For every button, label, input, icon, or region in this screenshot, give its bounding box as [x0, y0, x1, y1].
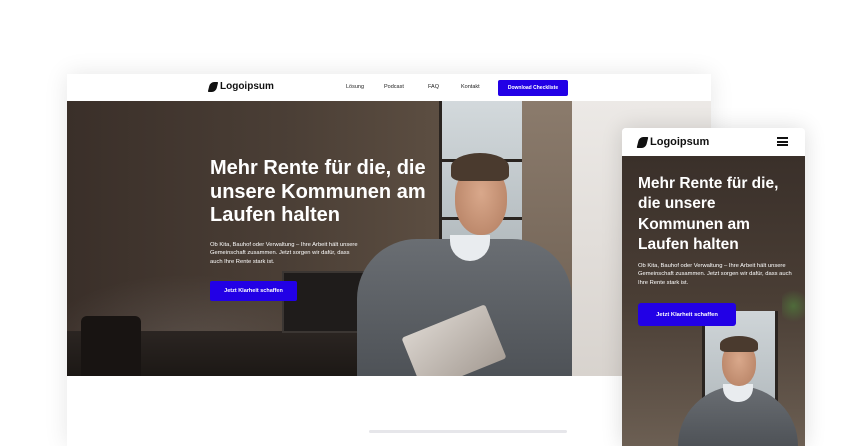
mobile-hero-subtitle: Ob Kita, Bauhof oder Verwaltung – Ihre A… [638, 263, 792, 286]
logo-mark-icon [636, 136, 649, 148]
nav-link-loesung[interactable]: Lösung [346, 84, 364, 90]
mobile-mockup: Logoipsum Mehr Rente für die, die unsere… [622, 128, 805, 446]
logo-mark-icon [207, 81, 219, 92]
hero-person-image [678, 336, 798, 446]
mobile-hero-title: Mehr Rente für die, die unsere Kommunen … [638, 175, 779, 253]
hero-bg-chair [81, 316, 141, 376]
content-placeholder-bar [369, 430, 567, 433]
nav-link-kontakt[interactable]: Kontakt [461, 84, 480, 90]
mobile-hero-cta-button[interactable]: Jetzt Klarheit schaffen [638, 303, 736, 326]
mobile-navbar: Logoipsum [622, 128, 805, 156]
mobile-logo[interactable]: Logoipsum [636, 136, 710, 148]
logo-text: Logoipsum [220, 81, 274, 92]
desktop-logo[interactable]: Logoipsum [207, 81, 274, 92]
desktop-navbar: Logoipsum Lösung Podcast FAQ Kontakt Dow… [67, 74, 711, 101]
nav-link-podcast[interactable]: Podcast [384, 84, 404, 90]
desktop-hero-subtitle: Ob Kita, Bauhof oder Verwaltung – Ihre A… [210, 242, 358, 265]
nav-link-faq[interactable]: FAQ [428, 84, 439, 90]
desktop-hero: Mehr Rente für die, die unsere Kommunen … [67, 101, 711, 376]
hero-bg-plant [782, 286, 805, 326]
mobile-hero: Mehr Rente für die, die unsere Kommunen … [622, 156, 805, 446]
desktop-hero-title: Mehr Rente für die, die unsere Kommunen … [210, 157, 426, 227]
desktop-hero-cta-button[interactable]: Jetzt Klarheit schaffen [210, 281, 297, 301]
desktop-mockup: Logoipsum Lösung Podcast FAQ Kontakt Dow… [67, 74, 711, 446]
download-checklist-button[interactable]: Download Checkliste [498, 80, 568, 96]
hamburger-menu-icon[interactable] [777, 137, 788, 146]
logo-text: Logoipsum [650, 136, 710, 148]
